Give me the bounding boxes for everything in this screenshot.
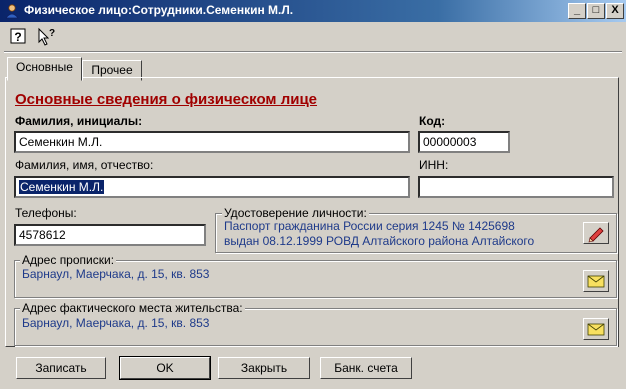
svg-text:?: ? [49,28,55,39]
close-button[interactable]: Закрыть [218,357,310,379]
full-name-label: Фамилия, имя, отчество: [15,158,154,172]
reg-address-button[interactable] [583,270,609,292]
whats-this-icon: ? [38,27,55,46]
ok-button-label: OK [156,361,174,375]
tab-main[interactable]: Основные [7,57,82,81]
help-icon: ? [10,28,26,44]
reg-address-value[interactable]: Барнаул, Маерчака, д. 15, кв. 853 [22,267,209,281]
inn-field[interactable] [418,176,614,198]
code-value: 00000003 [423,135,477,149]
id-doc-line1[interactable]: Паспорт гражданина России серия 1245 № 1… [224,219,515,233]
tab-main-label: Основные [16,60,73,74]
save-button-label: Записать [35,361,87,375]
phones-label: Телефоны: [15,206,77,220]
minimize-icon: _ [573,4,581,16]
bank-accounts-button-label: Банк. счета [334,361,398,375]
phones-value: 4578612 [19,228,66,242]
toolbar-separator [4,51,622,53]
pencil-icon [588,227,604,243]
full-name-field[interactable]: Семенкин М.Л. [14,176,410,198]
reg-address-label: Адрес прописки: [20,253,117,267]
minimize-button[interactable]: _ [568,3,586,19]
whats-this-button[interactable]: ? [36,27,56,47]
full-name-value: Семенкин М.Л. [19,180,105,194]
code-field[interactable]: 00000003 [418,131,510,153]
person-icon [5,4,19,19]
maximize-icon: □ [592,4,600,16]
envelope-icon [587,275,605,288]
bank-accounts-button[interactable]: Банк. счета [320,357,412,379]
section-title: Основные сведения о физическом лице [15,91,318,108]
actual-address-button[interactable] [583,318,609,340]
inn-label: ИНН: [419,158,449,172]
actual-address-label: Адрес фактического места жительства: [20,301,245,315]
phones-field[interactable]: 4578612 [14,224,206,246]
short-name-field[interactable]: Семенкин М.Л. [14,131,410,153]
window-title: Физическое лицо:Сотрудники.Семенкин М.Л. [24,3,294,17]
actual-address-value[interactable]: Барнаул, Маерчака, д. 15, кв. 853 [22,316,209,330]
help-button[interactable]: ? [8,27,28,47]
id-doc-label: Удостоверение личности: [222,206,369,220]
envelope-icon [587,323,605,336]
edit-id-doc-button[interactable] [583,222,609,244]
tab-other-label: Прочее [91,63,133,77]
close-window-button[interactable]: X [606,3,624,19]
svg-text:?: ? [14,30,21,44]
ok-button[interactable]: OK [119,356,211,380]
code-label: Код: [419,114,446,128]
short-name-value: Семенкин М.Л. [19,135,103,149]
short-name-label: Фамилия, инициалы: [15,114,143,128]
maximize-button[interactable]: □ [587,3,605,19]
id-doc-line2[interactable]: выдан 08.12.1999 РОВД Алтайского района … [224,234,534,248]
close-button-label: Закрыть [240,361,288,375]
close-icon: X [611,4,619,16]
save-button[interactable]: Записать [16,357,106,379]
